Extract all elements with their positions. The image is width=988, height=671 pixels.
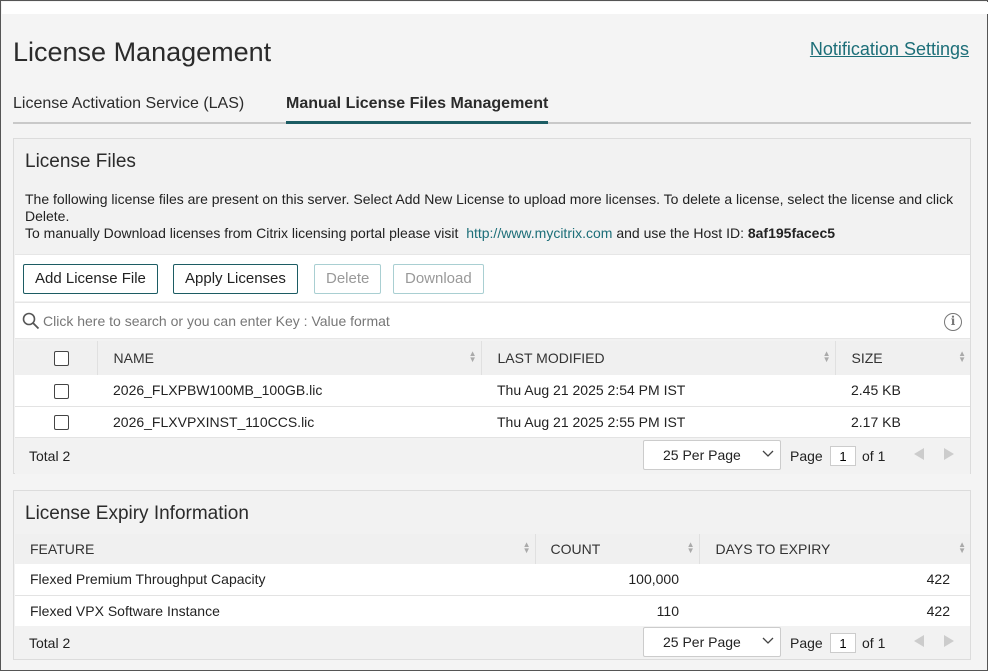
notification-settings-link[interactable]: Notification Settings: [810, 39, 969, 60]
download-button[interactable]: Download: [393, 264, 484, 294]
file-modified: Thu Aug 21 2025 2:54 PM IST: [481, 375, 835, 407]
license-files-pagination: Total 2 25 Per Page Page of 1: [15, 438, 970, 474]
sort-icon: ▲ ▼: [958, 349, 966, 364]
license-files-table: NAME ▲ ▼ LAST MODIFIED ▲ ▼ SIZE ▲ ▼ 2026_FLXPB…: [15, 341, 970, 438]
search-input[interactable]: [43, 310, 923, 332]
table-row[interactable]: 2026_FLXPBW100MB_100GB.lic Thu Aug 21 20…: [15, 375, 970, 407]
feature-name: Flexed Premium Throughput Capacity: [15, 564, 535, 596]
table-header-row: FEATURE ▲ ▼ COUNT ▲ ▼ DAYS TO EXPIRY ▲ ▼: [15, 534, 970, 564]
description-line-1: The following license files are present …: [25, 191, 954, 224]
page-label: Page: [790, 635, 823, 651]
tab-manual-license-files[interactable]: Manual License Files Management: [286, 95, 549, 124]
feature-name: Flexed VPX Software Instance: [15, 595, 535, 627]
page-of-label: of 1: [862, 635, 886, 651]
column-label: SIZE: [851, 350, 883, 366]
next-page-icon[interactable]: [944, 635, 954, 647]
total-count: Total 2: [29, 635, 71, 651]
sort-icon: ▲ ▼: [468, 349, 477, 364]
row-checkbox[interactable]: [54, 414, 69, 430]
sort-icon: ▲ ▼: [522, 540, 531, 555]
file-name: 2026_FLXVPXINST_110CCS.lic: [97, 406, 481, 438]
row-checkbox[interactable]: [54, 383, 69, 399]
file-size: 2.17 KB: [835, 406, 970, 438]
search-icon: [22, 312, 40, 330]
feature-count: 110: [535, 595, 699, 627]
select-all-cell: [15, 341, 98, 375]
page-number-input[interactable]: [830, 446, 856, 466]
column-label: NAME: [113, 350, 154, 366]
sort-icon: ▲ ▼: [958, 540, 966, 555]
add-license-file-button[interactable]: Add License File: [23, 264, 158, 294]
table-row[interactable]: 2026_FLXVPXINST_110CCS.lic Thu Aug 21 20…: [15, 406, 970, 438]
prev-page-icon[interactable]: [914, 448, 924, 460]
license-expiry-pagination: Total 2 25 Per Page Page of 1: [15, 626, 970, 659]
column-header-name[interactable]: NAME ▲ ▼: [97, 341, 482, 375]
column-label: LAST MODIFIED: [497, 350, 605, 366]
days-to-expiry: 422: [699, 564, 970, 596]
per-page-select[interactable]: 25 Per Page: [643, 627, 781, 657]
table-header-row: NAME ▲ ▼ LAST MODIFIED ▲ ▼ SIZE ▲ ▼: [15, 341, 970, 375]
license-files-title: License Files: [25, 151, 136, 172]
total-count: Total 2: [29, 448, 71, 464]
license-expiry-panel: License Expiry Information FEATURE ▲ ▼ COU…: [13, 490, 971, 660]
column-header-days-to-expiry[interactable]: DAYS TO EXPIRY ▲ ▼: [699, 534, 970, 564]
license-files-toolbar: Add License File Apply Licenses Delete D…: [15, 254, 970, 301]
description-mid: and use the Host ID:: [616, 225, 744, 241]
feature-count: 100,000: [535, 564, 699, 596]
column-label: DAYS TO EXPIRY: [715, 541, 831, 557]
table-row: Flexed Premium Throughput Capacity 100,0…: [15, 564, 970, 596]
page-label: Page: [790, 448, 823, 464]
license-files-description: The following license files are present …: [25, 191, 965, 242]
select-all-checkbox[interactable]: [54, 351, 69, 367]
days-to-expiry: 422: [699, 595, 970, 627]
table-row: Flexed VPX Software Instance 110 422: [15, 595, 970, 627]
column-header-count[interactable]: COUNT ▲ ▼: [535, 534, 700, 564]
page-of-label: of 1: [862, 448, 886, 464]
chevron-down-icon: [762, 450, 774, 457]
file-modified: Thu Aug 21 2025 2:55 PM IST: [481, 406, 835, 438]
column-header-size[interactable]: SIZE ▲ ▼: [835, 341, 970, 375]
description-prefix: To manually Download licenses from Citri…: [25, 225, 459, 241]
license-expiry-title: License Expiry Information: [25, 503, 249, 524]
per-page-select[interactable]: 25 Per Page: [643, 440, 781, 470]
chevron-down-icon: [762, 637, 774, 644]
next-page-icon[interactable]: [944, 448, 954, 460]
prev-page-icon[interactable]: [914, 635, 924, 647]
delete-button[interactable]: Delete: [314, 264, 382, 294]
per-page-value: 25 Per Page: [663, 447, 741, 463]
column-header-feature[interactable]: FEATURE ▲ ▼: [15, 534, 536, 564]
info-icon[interactable]: i: [944, 313, 962, 331]
search-bar: i: [15, 302, 970, 339]
file-name: 2026_FLXPBW100MB_100GB.lic: [97, 375, 481, 407]
page-number-input[interactable]: [830, 633, 856, 653]
mycitrix-link[interactable]: http://www.mycitrix.com: [466, 225, 612, 241]
host-id: 8af195facec5: [747, 225, 836, 241]
row-select-cell: [15, 375, 97, 407]
column-label: FEATURE: [30, 541, 95, 557]
per-page-value: 25 Per Page: [663, 634, 741, 650]
sort-icon: ▲ ▼: [686, 540, 695, 555]
row-select-cell: [15, 406, 97, 438]
license-expiry-table: FEATURE ▲ ▼ COUNT ▲ ▼ DAYS TO EXPIRY ▲ ▼ Flexe…: [15, 534, 970, 627]
tab-las[interactable]: License Activation Service (LAS): [13, 95, 244, 119]
column-label: COUNT: [550, 541, 601, 557]
app-window: License Management Notification Settings…: [0, 0, 988, 671]
column-header-last-modified[interactable]: LAST MODIFIED ▲ ▼: [481, 341, 836, 375]
file-size: 2.45 KB: [835, 375, 970, 407]
license-files-panel: License Files The following license file…: [13, 138, 971, 474]
top-strip: [2, 2, 988, 14]
sort-icon: ▲ ▼: [822, 349, 831, 364]
description-line-2: To manually Download licenses from Citri…: [25, 225, 965, 242]
apply-licenses-button[interactable]: Apply Licenses: [173, 264, 298, 294]
page-title: License Management: [13, 37, 272, 67]
tab-bar: License Activation Service (LAS) Manual …: [13, 93, 971, 124]
